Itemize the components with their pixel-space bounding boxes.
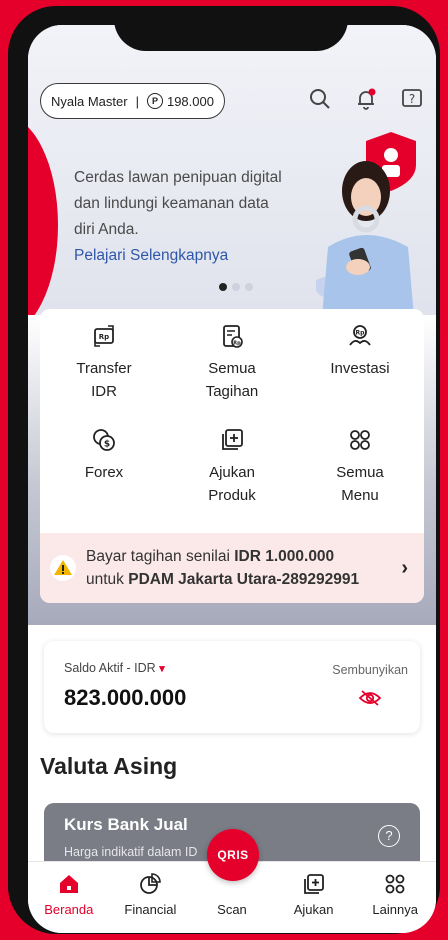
hero-line-1: Cerdas lawan penipuan digital (74, 169, 282, 186)
menu-label: Menu (341, 487, 379, 504)
menu-label: Tagihan (205, 383, 259, 400)
nav-label: Ajukan (293, 902, 334, 917)
warning-icon (50, 555, 76, 581)
account-name: Nyala Master (51, 93, 128, 109)
menu-semua-tagihan[interactable]: Rp Semua Tagihan (168, 323, 296, 419)
nav-beranda[interactable]: Beranda (30, 862, 108, 917)
menu-investasi[interactable]: Rp Investasi (296, 323, 424, 419)
search-icon[interactable] (308, 87, 332, 111)
hero-line-2: dan lindungi keamanan data (74, 195, 269, 212)
hero-illustration (296, 127, 436, 317)
balance-value: 823.000.000 (64, 685, 187, 710)
rp-transfer-icon: Rp (94, 325, 114, 347)
forex-icon: $ (93, 429, 115, 451)
bill-middle: untuk (86, 571, 129, 588)
menu-label: Ajukan (209, 464, 255, 481)
menu-semua-menu[interactable]: Semua Menu (296, 427, 424, 523)
top-bar: Nyala Master | P 198.000 ? (40, 81, 424, 119)
grid-icon (350, 430, 370, 450)
menu-label: IDR (91, 383, 117, 400)
section-title-valuta: Valuta Asing (40, 753, 178, 779)
menu-ajukan-produk[interactable]: Ajukan Produk (168, 427, 296, 523)
exchange-card-title: Kurs Bank Jual (64, 815, 188, 834)
eye-off-icon[interactable] (358, 689, 382, 707)
bill-reminder-text: Bayar tagihan senilai IDR 1.000.000 untu… (86, 545, 386, 591)
chevron-right-icon[interactable]: › (401, 557, 408, 580)
bill-amount: IDR 1.000.000 (234, 548, 335, 565)
account-pill[interactable]: Nyala Master | P 198.000 (40, 83, 225, 119)
carousel-indicator[interactable] (219, 283, 253, 291)
bill-icon: Rp (223, 325, 243, 348)
balance-label: Saldo Aktif - IDR (64, 661, 156, 675)
menu-label: Semua (208, 360, 256, 377)
menu-label: Semua (336, 464, 384, 481)
menu-transfer-idr[interactable]: Rp Transfer IDR (40, 323, 168, 419)
add-product-icon (222, 429, 243, 450)
investment-icon: Rp (349, 325, 371, 346)
quick-menu-grid: Rp Transfer IDR Rp Semua Tagihan Rp Inve… (40, 323, 424, 523)
menu-forex[interactable]: $ Forex (40, 427, 168, 523)
balance-card: Saldo Aktif - IDR ▾ 823.000.000 Sembunyi… (44, 641, 420, 733)
hero-text: Cerdas lawan penipuan digital dan lindun… (74, 165, 304, 269)
pill-separator: | (135, 93, 139, 109)
menu-label: Investasi (330, 360, 390, 377)
bill-reminder-banner[interactable]: Bayar tagihan senilai IDR 1.000.000 untu… (40, 533, 424, 603)
phone-notch (114, 19, 348, 51)
home-icon (59, 875, 78, 893)
points-value: 198.000 (166, 93, 214, 109)
svg-text:Rp: Rp (356, 330, 366, 337)
carousel-dot[interactable] (219, 283, 227, 291)
pie-chart-icon (140, 873, 162, 894)
svg-text:Rp: Rp (233, 341, 241, 347)
help-circle-icon[interactable]: ? (378, 825, 400, 847)
nav-financial[interactable]: Financial (111, 862, 189, 917)
help-icon[interactable]: ? (400, 87, 424, 111)
balance-label-row[interactable]: Saldo Aktif - IDR ▾ (64, 661, 165, 675)
menu-label: Transfer (76, 360, 132, 377)
bill-prefix: Bayar tagihan senilai (86, 548, 235, 565)
top-icons: ? (308, 87, 424, 111)
notification-icon[interactable] (354, 87, 378, 111)
carousel-dot[interactable] (232, 283, 240, 291)
exchange-card-subtitle: Harga indikatif dalam ID (64, 845, 198, 859)
nav-ajukan[interactable]: Ajukan (275, 862, 353, 917)
add-square-icon (303, 874, 324, 894)
hero-line-3: diri Anda. (74, 221, 139, 238)
points-icon: P (146, 93, 163, 109)
phone-frame: Nyala Master | P 198.000 ? Cerdas lawan … (8, 6, 440, 934)
svg-text:?: ? (409, 92, 415, 106)
menu-label: Produk (208, 487, 256, 504)
nav-label: Beranda (44, 902, 94, 917)
nav-lainnya[interactable]: Lainnya (356, 862, 434, 917)
bill-target: PDAM Jakarta Utara-289292991 (128, 571, 360, 588)
svg-text:$: $ (104, 440, 110, 450)
nav-label: Lainnya (372, 902, 418, 917)
qris-logo-text: QRIS (217, 848, 249, 862)
menu-label: Forex (84, 464, 124, 481)
grid-icon (385, 874, 405, 894)
learn-more-link[interactable]: Pelajari Selengkapnya (74, 243, 304, 269)
nav-label: Scan (217, 902, 247, 917)
svg-text:Rp: Rp (99, 333, 109, 341)
nav-label: Financial (124, 902, 177, 917)
qris-scan-button[interactable]: QRIS (207, 829, 259, 881)
hide-balance-label[interactable]: Sembunyikan (332, 663, 408, 677)
chevron-down-icon[interactable]: ▾ (159, 663, 165, 675)
carousel-dot[interactable] (245, 283, 253, 291)
quick-menu-card: Rp Transfer IDR Rp Semua Tagihan Rp Inve… (40, 309, 424, 603)
app-screen: Nyala Master | P 198.000 ? Cerdas lawan … (28, 25, 436, 933)
